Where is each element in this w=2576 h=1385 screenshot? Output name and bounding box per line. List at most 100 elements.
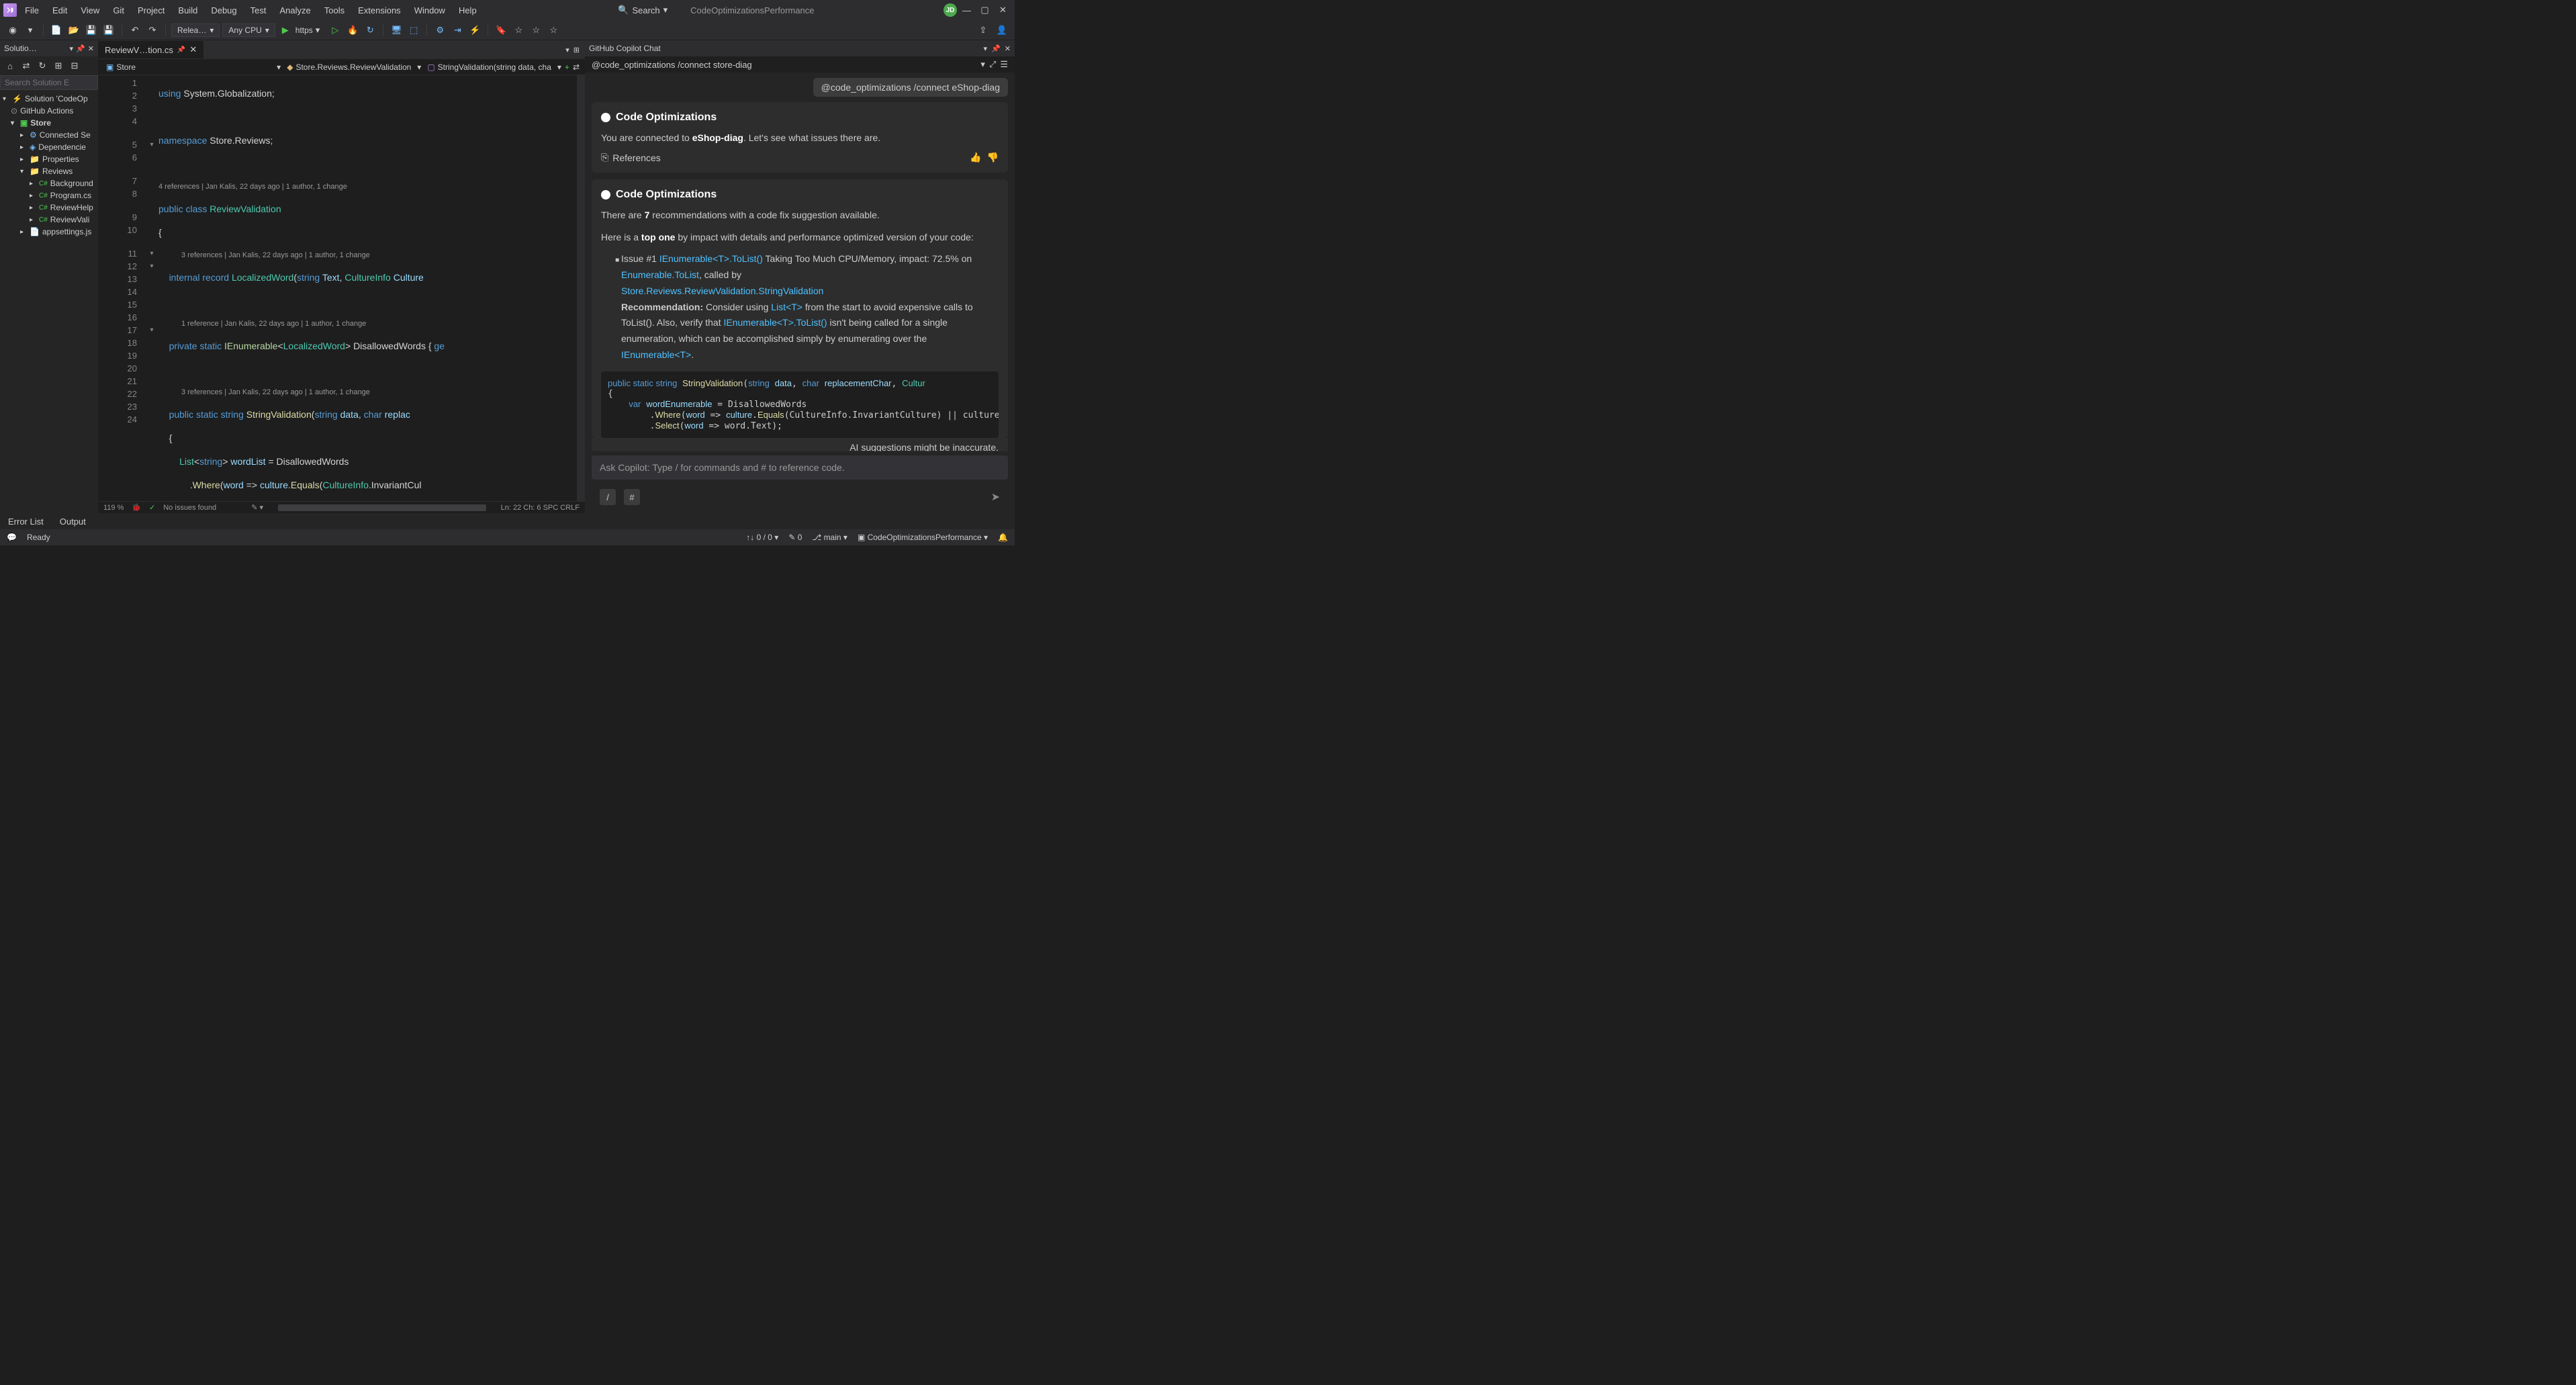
tree-github-actions[interactable]: ⊙GitHub Actions	[1, 105, 97, 117]
tree-project-store[interactable]: ▾▣Store	[1, 117, 97, 129]
platform-dropdown[interactable]: Any CPU ▾	[222, 24, 275, 37]
publish-icon[interactable]: ⬚	[406, 23, 421, 38]
split-icon[interactable]: ▾	[565, 46, 569, 54]
sync-icon[interactable]: ⇄	[19, 58, 34, 73]
tree-reviewvali[interactable]: ▸C#ReviewVali	[1, 214, 97, 226]
configuration-dropdown[interactable]: Relea… ▾	[171, 24, 220, 37]
minimize-button[interactable]: —	[958, 2, 975, 19]
browser-link-icon[interactable]: 🖥	[389, 23, 404, 38]
menu-debug[interactable]: Debug	[205, 3, 242, 17]
step2-icon[interactable]: ⚡	[467, 23, 482, 38]
share-icon[interactable]: ⇪	[976, 23, 991, 38]
global-search[interactable]: 🔍 Search ▾	[611, 3, 674, 17]
list-icon[interactable]: ☰	[1000, 59, 1008, 70]
tab-reviewvalidation[interactable]: ReviewV…tion.cs 📌 ✕	[98, 41, 203, 58]
code-editor[interactable]: 1 2 3 4 5 6 7 8 9 10 11 12 13 14 15 16	[98, 75, 585, 501]
send-icon[interactable]: ➤	[991, 490, 1000, 504]
user-avatar[interactable]: JD	[944, 3, 957, 17]
showall-icon[interactable]: ⊞	[51, 58, 66, 73]
tree-appsettings[interactable]: ▸📄appsettings.js	[1, 226, 97, 238]
scrollbar-v[interactable]	[577, 75, 585, 501]
menu-git[interactable]: Git	[107, 3, 130, 17]
collapse-icon[interactable]: ⊟	[67, 58, 82, 73]
find-icon[interactable]: ⚙	[432, 23, 447, 38]
thumbs-up-icon[interactable]: 👍	[970, 152, 981, 163]
slash-button[interactable]: /	[600, 489, 616, 505]
pin-icon[interactable]: 📌	[991, 44, 1001, 53]
tree-properties[interactable]: ▸📁Properties	[1, 153, 97, 165]
close-tab-icon[interactable]: ✕	[189, 44, 197, 55]
undo-icon[interactable]: ↶	[128, 23, 142, 38]
notifications-icon[interactable]: 🔔	[998, 533, 1008, 542]
close-copilot-icon[interactable]: ✕	[1005, 44, 1011, 53]
menu-analyze[interactable]: Analyze	[274, 3, 316, 17]
save-all-icon[interactable]: 💾	[101, 23, 116, 38]
tab-error-list[interactable]: Error List	[4, 515, 48, 529]
pin-icon[interactable]: 📌	[177, 46, 185, 54]
tree-solution-root[interactable]: ▾⚡Solution 'CodeOp	[1, 93, 97, 105]
breadcrumb-class[interactable]: ◆Store.Reviews.ReviewValidation	[284, 62, 414, 72]
bookmark-icon[interactable]: 🔖	[494, 23, 508, 38]
close-panel-icon[interactable]: ✕	[88, 44, 94, 53]
tree-connected[interactable]: ▸⚙Connected Se	[1, 129, 97, 141]
fold-column[interactable]: ▾ ▾ ▾ ▾	[145, 75, 158, 501]
home-icon[interactable]: ⌂	[3, 58, 17, 73]
project-status[interactable]: ▣ CodeOptimizationsPerformance ▾	[858, 533, 988, 542]
breadcrumb-project[interactable]: ▣Store	[103, 62, 138, 72]
hash-button[interactable]: #	[624, 489, 640, 505]
hot-reload-icon[interactable]: 🔥	[345, 23, 360, 38]
tree-program[interactable]: ▸C#Program.cs	[1, 189, 97, 202]
refresh-icon[interactable]: ↻	[35, 58, 50, 73]
menu-edit[interactable]: Edit	[47, 3, 73, 17]
tree-background[interactable]: ▸C#Background	[1, 177, 97, 189]
close-button[interactable]: ✕	[995, 2, 1011, 19]
split-editor-icon[interactable]: ⇄	[573, 62, 580, 72]
sync-status[interactable]: ↑↓ 0 / 0 ▾	[746, 533, 778, 542]
step-icon[interactable]: ⇥	[450, 23, 465, 38]
menu-test[interactable]: Test	[245, 3, 272, 17]
start-debug-button[interactable]: ▶	[278, 23, 293, 38]
start-target[interactable]: https	[295, 26, 313, 35]
nav-fwd-icon[interactable]: ▾	[23, 23, 38, 38]
new-item-icon[interactable]: 📄	[49, 23, 64, 38]
nav-back-icon[interactable]: ◉	[5, 23, 20, 38]
start-nodebug-button[interactable]: ▷	[328, 23, 342, 38]
link-stringvalidation[interactable]: Store.Reviews.ReviewValidation.StringVal…	[621, 285, 823, 296]
bm3-icon[interactable]: ☆	[528, 23, 543, 38]
branch-status[interactable]: ⎇ main ▾	[812, 533, 847, 542]
pin-icon[interactable]: 📌	[76, 44, 85, 53]
menu-help[interactable]: Help	[453, 3, 482, 17]
thumbs-down-icon[interactable]: 👎	[987, 152, 999, 163]
bm4-icon[interactable]: ☆	[546, 23, 561, 38]
bm2-icon[interactable]: ☆	[511, 23, 526, 38]
menu-tools[interactable]: Tools	[319, 3, 350, 17]
menu-project[interactable]: Project	[132, 3, 170, 17]
menu-file[interactable]: File	[19, 3, 44, 17]
restart-icon[interactable]: ↻	[363, 23, 377, 38]
account-icon[interactable]: 👤	[995, 23, 1009, 38]
link-ienumerable-tolist[interactable]: IEnumerable<T>.ToList()	[659, 253, 763, 264]
changes-status[interactable]: ✎ 0	[788, 533, 802, 542]
dropdown-icon[interactable]: ▾	[984, 44, 988, 53]
tree-reviews-folder[interactable]: ▾📁Reviews	[1, 165, 97, 177]
copilot-input[interactable]: Ask Copilot: Type / for commands and # t…	[592, 455, 1008, 480]
link-list-t[interactable]: List<T>	[771, 302, 802, 312]
save-icon[interactable]: 💾	[84, 23, 99, 38]
link-enumerable-tolist[interactable]: Enumerable.ToList	[621, 269, 699, 280]
dropdown-icon[interactable]: ▾	[980, 59, 985, 70]
dock-icon[interactable]: ⊞	[573, 46, 580, 54]
bug-icon[interactable]: 🐞	[132, 503, 141, 512]
expand-icon[interactable]: ⤢	[989, 59, 996, 70]
scrollbar-h[interactable]	[278, 504, 486, 511]
open-icon[interactable]: 📂	[66, 23, 81, 38]
code-content[interactable]: using System.Globalization; namespace St…	[158, 75, 577, 501]
references-button[interactable]: ⎘References	[601, 152, 661, 163]
add-icon[interactable]: +	[565, 62, 569, 72]
link-ienumerable-tolist2[interactable]: IEnumerable<T>.ToList()	[724, 317, 827, 328]
breadcrumb-method[interactable]: ▢StringValidation(string data, cha	[424, 62, 554, 72]
dropdown-icon[interactable]: ▾	[70, 44, 74, 53]
tree-reviewhelp[interactable]: ▸C#ReviewHelp	[1, 202, 97, 214]
maximize-button[interactable]: ▢	[976, 2, 993, 19]
menu-view[interactable]: View	[75, 3, 105, 17]
solution-search-input[interactable]	[0, 75, 98, 90]
